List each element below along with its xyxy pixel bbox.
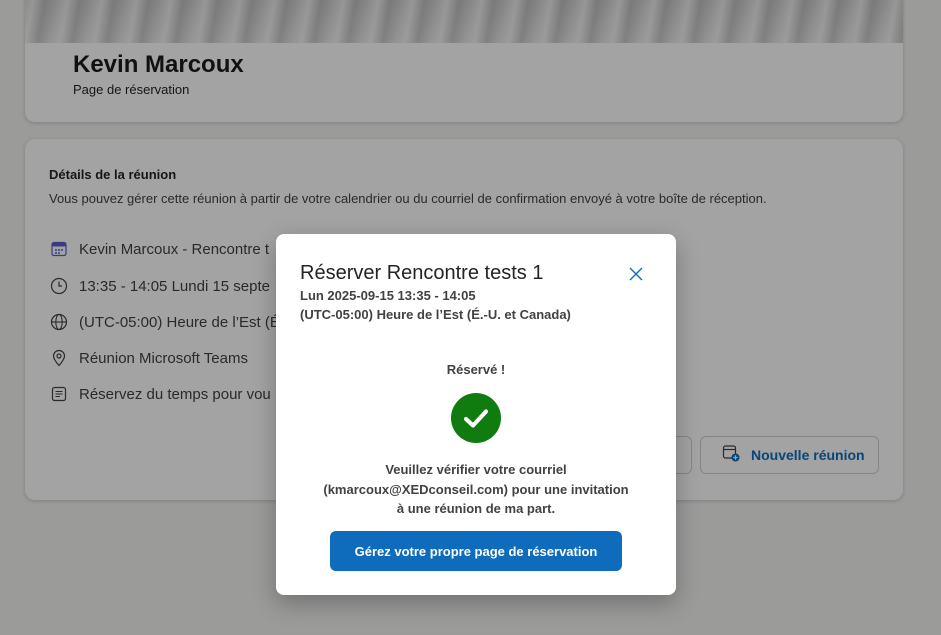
manage-booking-page-button[interactable]: Gérez votre propre page de réservation: [330, 531, 622, 571]
confirmation-line: à une réunion de ma part.: [396, 501, 556, 516]
confirmation-line: (kmarcoux@XEDconseil.com) pour une invit…: [323, 481, 629, 497]
dialog-date: Lun 2025-09-15 13:35 - 14:05: [300, 288, 476, 303]
confirmation-line: Veuillez vérifier votre courriel: [385, 462, 567, 477]
booking-confirmation-dialog: Réserver Rencontre tests 1 Lun 2025-09-1…: [276, 234, 676, 595]
dialog-timezone: (UTC-05:00) Heure de l’Est (É.-U. et Can…: [300, 307, 571, 322]
checkmark-success-icon: [450, 392, 502, 444]
dialog-title: Réserver Rencontre tests 1: [300, 262, 544, 284]
booking-status: Réservé !: [446, 362, 506, 377]
confirmation-message: Veuillez vérifier votre courriel (kmarco…: [306, 460, 646, 519]
close-icon: [629, 267, 643, 286]
close-button[interactable]: [624, 264, 648, 288]
